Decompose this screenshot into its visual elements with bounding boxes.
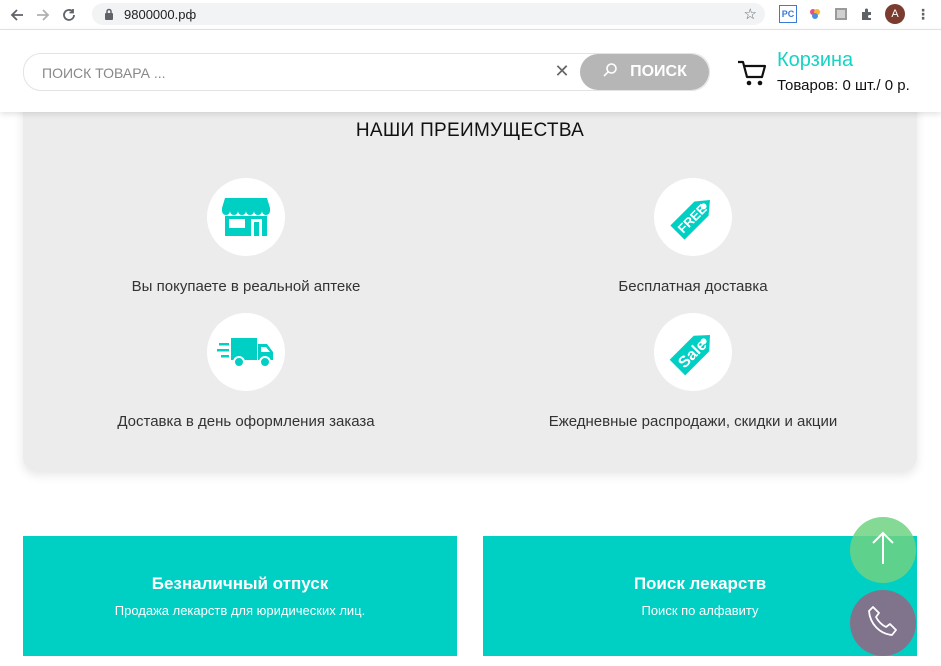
back-icon[interactable] [4,2,30,28]
cart-icon [737,59,767,92]
tile-cashless[interactable]: Безналичный отпуск Продажа лекарств для … [23,536,457,656]
advantage-free-delivery: FREE Бесплатная доставка [483,178,903,308]
tile-title: Безналичный отпуск [151,574,329,593]
arrow-up-icon [870,530,896,571]
site-header: ✕ ПОИСК Корзина Товаров: 0 шт./ 0 р. [0,30,941,112]
advantage-label: Вы покупаете в реальной аптеке [131,278,361,295]
search-bar: ✕ ПОИСК [23,53,710,92]
bookmark-star-icon[interactable]: ☆ [744,5,757,23]
search-input[interactable] [40,54,544,92]
cart-title[interactable]: Корзина [777,49,853,72]
store-icon [207,178,285,256]
clear-search-icon[interactable]: ✕ [553,62,571,80]
call-button[interactable] [850,590,916,656]
profile-avatar[interactable]: A [885,4,905,24]
reload-icon[interactable] [56,2,82,28]
phone-icon [866,604,900,643]
search-button[interactable]: ПОИСК [580,54,709,90]
advantage-label: Доставка в день оформления заказа [117,413,375,430]
tile-subtitle: Продажа лекарств для юридических лиц. [114,603,366,618]
delivery-truck-icon [207,313,285,391]
address-url: 9800000.рф [124,6,197,22]
forward-icon[interactable] [30,2,56,28]
advantage-same-day: Доставка в день оформления заказа [36,313,456,443]
extensions-bar: PC A ⋮ [779,3,941,25]
advantages-section: НАШИ ПРЕИМУЩЕСТВА Вы покупаете в реально… [23,100,917,471]
advantage-label: Бесплатная доставка [618,278,768,295]
pc-extension-icon[interactable]: PC [779,5,797,23]
menu-kebab-icon[interactable]: ⋮ [915,6,931,22]
search-button-label: ПОИСК [630,63,687,80]
tile-title: Поиск лекарств [633,574,767,593]
sale-tag-icon: Sale [654,313,732,391]
browser-toolbar: 9800000.рф ☆ PC A ⋮ [0,0,941,30]
lock-icon [102,8,116,20]
free-tag-icon: FREE [654,178,732,256]
search-icon [602,62,618,83]
scroll-to-top-button[interactable] [850,517,916,583]
cart-summary: Товаров: 0 шт./ 0 р. [777,77,910,94]
colorful-extension-icon[interactable] [807,6,823,22]
advantage-label: Ежедневные распродажи, скидки и акции [548,413,838,430]
advantage-real-pharmacy: Вы покупаете в реальной аптеке [36,178,456,308]
advantage-daily-sales: Sale Ежедневные распродажи, скидки и акц… [483,313,903,443]
cart-widget[interactable]: Корзина Товаров: 0 шт./ 0 р. [737,47,937,97]
address-bar[interactable]: 9800000.рф ☆ [92,3,765,25]
advantages-title: НАШИ ПРЕИМУЩЕСТВА [355,120,585,141]
puzzle-icon[interactable] [859,6,875,22]
image-extension-icon[interactable] [833,6,849,22]
